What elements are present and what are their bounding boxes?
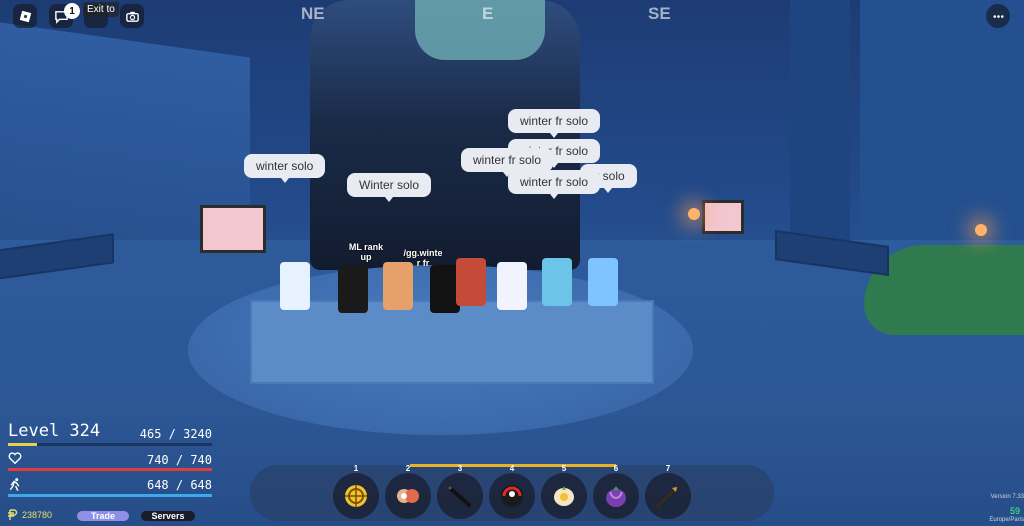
version-label: Version 7.33: [990, 494, 1024, 500]
slot-number: 6: [613, 464, 619, 473]
camera-icon: [125, 11, 139, 22]
lamp: [688, 208, 700, 220]
player-avatar[interactable]: [338, 265, 368, 313]
servers-button[interactable]: Servers: [141, 511, 195, 521]
roblox-menu-button[interactable]: [13, 4, 37, 28]
energy-value: 648 / 648: [146, 478, 212, 492]
more-dots-icon: [992, 14, 1004, 18]
fps-counter: 59: [1009, 506, 1020, 516]
dark-blade-icon: [447, 485, 471, 507]
chat-bubble: winter fr solo: [461, 148, 554, 177]
pillar: [790, 0, 850, 240]
chat-bubble: winter fr solo: [508, 170, 601, 199]
sun-fruit-icon: [554, 486, 574, 506]
poster: [702, 200, 744, 234]
purple-fruit-icon: [606, 486, 626, 507]
chat-bubble: Winter solo: [347, 173, 432, 202]
fist-style-icon: [397, 489, 419, 503]
slot-number: 5: [561, 464, 567, 473]
energy-bar: [8, 494, 212, 497]
xp-value: 465 / 3240: [139, 427, 212, 441]
player-avatar[interactable]: [456, 258, 486, 306]
hotbar-slot-1[interactable]: [333, 473, 379, 519]
lamp: [975, 224, 987, 236]
spear-icon: [656, 485, 679, 508]
health-bar-fill: [8, 468, 212, 471]
compass-se: SE: [648, 4, 671, 23]
notification-badge: 1: [64, 3, 80, 19]
slot-number: 2: [405, 464, 411, 473]
hotbar-slot-2[interactable]: [385, 473, 431, 519]
hotbar-slot-7[interactable]: [645, 473, 691, 519]
player-avatar[interactable]: [497, 262, 527, 310]
server-region: Europe/Paris: [989, 517, 1024, 523]
hotbar-slot-3[interactable]: [437, 473, 483, 519]
red-dragon-fruit-icon: [501, 485, 523, 507]
hotbar-slot-4[interactable]: [489, 473, 535, 519]
player-avatar[interactable]: [588, 258, 618, 306]
exit-tooltip: Exit to: [83, 2, 119, 17]
roblox-logo-icon: [19, 10, 31, 22]
compass-fruit-icon: [345, 485, 367, 507]
hotbar-slot-6[interactable]: [593, 473, 639, 519]
health-heart-icon: [8, 452, 22, 465]
beli-currency-icon: [8, 509, 18, 520]
chat-bubble: winter fr solo: [508, 109, 601, 138]
trade-button[interactable]: Trade: [77, 511, 129, 521]
chat-bubble: winter solo: [244, 154, 326, 183]
player-avatar[interactable]: [542, 258, 572, 306]
more-options-button[interactable]: [986, 4, 1010, 28]
player-avatar[interactable]: [280, 262, 310, 310]
game-viewport: [0, 0, 1024, 526]
compass-ne: NE: [301, 4, 325, 23]
poster: [200, 205, 266, 253]
xp-bar-fill: [8, 443, 38, 446]
xp-bar: [8, 443, 212, 446]
screenshot-button[interactable]: [120, 4, 144, 28]
energy-bar-fill: [8, 494, 212, 497]
slot-number: 7: [665, 464, 671, 473]
statue-hands: [415, 0, 545, 60]
hotbar-slot-5[interactable]: [541, 473, 587, 519]
currency-value: 238780: [22, 510, 53, 520]
compass-e: E: [482, 4, 494, 23]
health-value: 740 / 740: [146, 453, 212, 467]
health-bar: [8, 468, 212, 471]
level-label: Level 324: [8, 421, 101, 441]
player-nametag: ML rank up: [348, 242, 384, 262]
slot-number: 3: [457, 464, 463, 473]
slot-number: 1: [353, 464, 359, 473]
running-energy-icon: [9, 478, 20, 491]
building-wall: [860, 0, 1024, 250]
player-avatar[interactable]: [383, 262, 413, 310]
player-nametag: /gg.winte r fr: [403, 248, 443, 268]
slot-number: 4: [509, 464, 515, 473]
